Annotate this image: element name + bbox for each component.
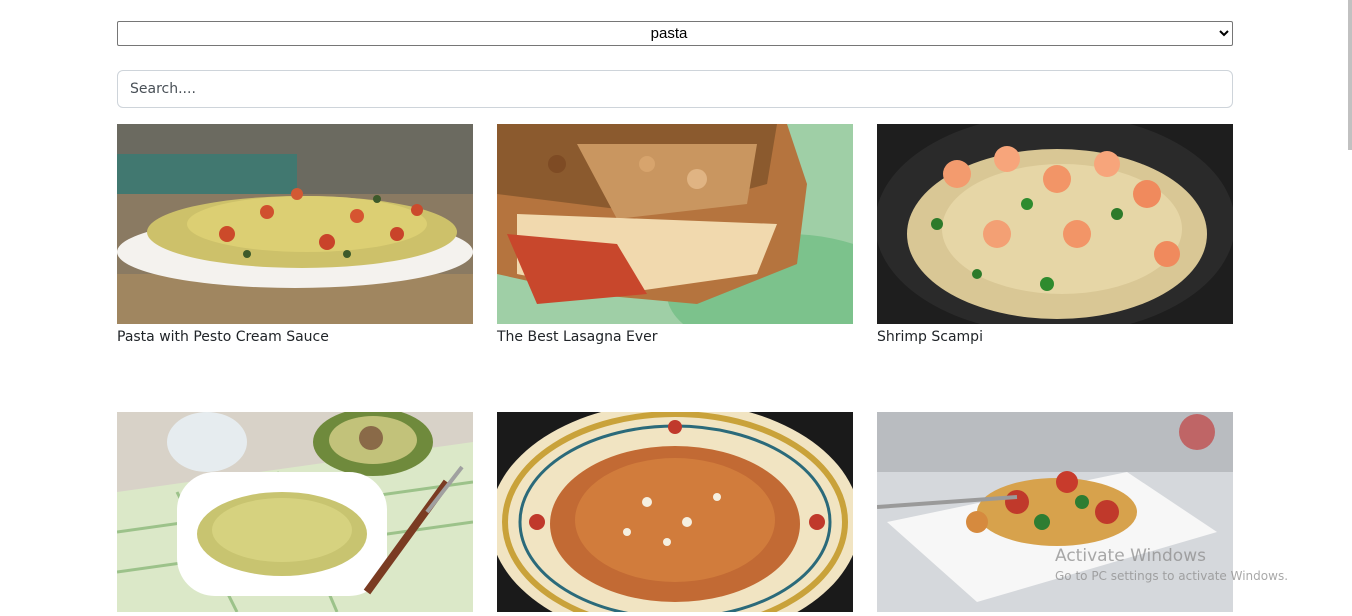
recipe-image-lasagna[interactable] — [497, 124, 853, 324]
recipe-title[interactable]: Shrimp Scampi — [877, 328, 1233, 346]
watermark-subtitle: Go to PC settings to activate Windows. — [1055, 569, 1289, 583]
watermark-title: Activate Windows — [1055, 546, 1206, 566]
recipe-card[interactable]: The Best Lasagna Ever — [497, 124, 853, 346]
recipe-card[interactable] — [117, 412, 473, 616]
recipe-image-pesto-pasta[interactable] — [117, 124, 473, 324]
page-scrollbar[interactable] — [1348, 0, 1352, 150]
search-input[interactable] — [117, 70, 1233, 108]
recipe-image-pappardelle[interactable] — [497, 412, 853, 612]
recipe-title[interactable]: The Best Lasagna Ever — [497, 328, 853, 346]
recipe-card[interactable] — [877, 412, 1233, 616]
recipe-card[interactable]: Pasta with Pesto Cream Sauce — [117, 124, 473, 346]
recipe-image-pesto-spaghetti[interactable] — [117, 412, 473, 612]
recipe-card[interactable] — [497, 412, 853, 616]
category-select[interactable]: pasta — [117, 21, 1233, 46]
recipe-card[interactable]: Shrimp Scampi — [877, 124, 1233, 346]
recipe-title[interactable]: Pasta with Pesto Cream Sauce — [117, 328, 473, 346]
windows-activation-watermark: Activate Windows Go to PC settings to ac… — [1055, 546, 1288, 583]
recipe-image-shrimp-scampi[interactable] — [877, 124, 1233, 324]
